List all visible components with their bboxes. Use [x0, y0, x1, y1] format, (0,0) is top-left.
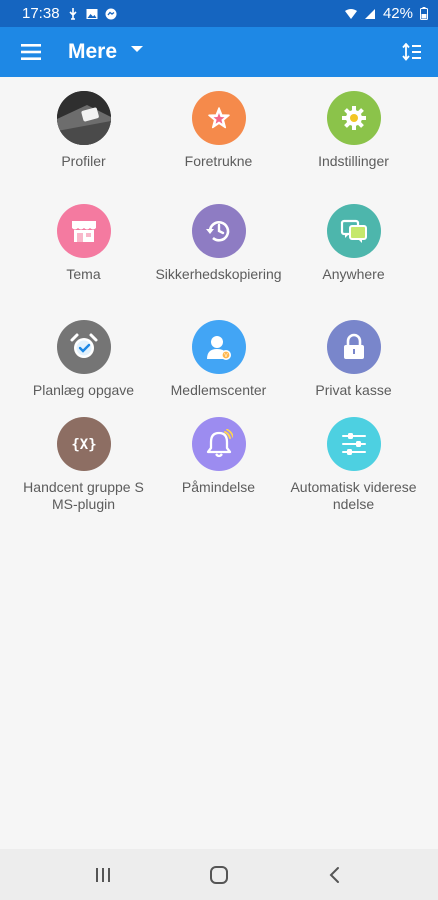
wifi-icon	[344, 8, 357, 19]
tile-label: Medlemscenter	[170, 382, 267, 398]
tile-medlemscenter[interactable]: V Medlemscenter	[151, 306, 286, 403]
tile-privat-kasse[interactable]: Privat kasse	[286, 306, 421, 403]
svg-text:{X}: {X}	[71, 437, 96, 453]
profile-photo-icon	[56, 91, 111, 145]
tile-label: Anywhere	[322, 266, 385, 282]
tile-foretrukne[interactable]: Foretrukne	[151, 77, 286, 190]
tile-handcent-gruppe-sms-plugin[interactable]: {X} Handcent gruppe SMS-plugin	[16, 403, 151, 523]
member-badge-icon: V	[191, 320, 246, 374]
system-nav-bar	[0, 849, 438, 900]
image-icon	[86, 8, 98, 19]
tile-paamindelse[interactable]: Påmindelse	[151, 403, 286, 523]
tile-label: Indstillinger	[318, 153, 389, 169]
title-dropdown[interactable]: Mere	[68, 40, 144, 64]
sliders-icon	[326, 417, 381, 471]
star-icon	[191, 91, 246, 145]
tile-planlaeg-opgave[interactable]: Planlæg opgave	[16, 306, 151, 403]
tile-label: Automatisk videresendelse	[290, 479, 417, 512]
back-icon	[329, 866, 339, 883]
recent-apps-icon	[96, 867, 110, 882]
tile-label: Påmindelse	[181, 479, 256, 495]
feature-grid: Profiler Foretrukne Indstillinger Tema S…	[16, 77, 421, 523]
tile-automatisk-videresendelse[interactable]: Automatisk videresendelse	[286, 403, 421, 523]
tile-label: Privat kasse	[315, 382, 392, 398]
code-braces-icon: {X}	[56, 417, 111, 471]
tile-label: Planlæg opgave	[32, 382, 135, 398]
tile-label: Tema	[66, 266, 101, 282]
back-button[interactable]	[305, 855, 365, 895]
svg-text:V: V	[224, 353, 228, 359]
status-bar: 17:38 42%	[0, 0, 438, 27]
page-title: Mere	[68, 40, 118, 63]
home-button[interactable]	[189, 855, 249, 895]
usb-icon	[68, 7, 77, 20]
alarm-clock-icon	[56, 320, 111, 374]
tile-indstillinger[interactable]: Indstillinger	[286, 77, 421, 190]
messenger-icon	[105, 8, 117, 19]
bell-icon	[191, 417, 246, 471]
sort-button[interactable]	[386, 27, 438, 77]
store-icon	[56, 204, 111, 258]
hamburger-icon	[21, 44, 41, 60]
tile-label: Sikkerhedskopiering	[155, 266, 282, 282]
recent-apps-button[interactable]	[73, 855, 133, 895]
battery-percent: 42%	[382, 5, 413, 22]
tile-sikkerhedskopiering[interactable]: Sikkerhedskopiering	[151, 190, 286, 306]
tile-label: Foretrukne	[184, 153, 253, 169]
sort-icon	[402, 43, 421, 61]
battery-icon	[420, 7, 428, 20]
tile-anywhere[interactable]: Anywhere	[286, 190, 421, 306]
home-icon	[210, 865, 228, 884]
menu-button[interactable]	[0, 27, 62, 77]
chat-screens-icon	[326, 204, 381, 258]
app-bar: Mere	[0, 27, 438, 77]
gear-icon	[326, 91, 381, 145]
backup-history-icon	[191, 204, 246, 258]
tile-label: Profiler	[61, 153, 106, 169]
lock-icon	[326, 320, 381, 374]
status-time: 17:38	[22, 5, 60, 22]
tile-label: Handcent gruppe SMS-plugin	[23, 479, 144, 512]
signal-icon	[364, 8, 375, 19]
tile-profiler[interactable]: Profiler	[16, 77, 151, 190]
chevron-down-icon	[131, 46, 144, 52]
tile-tema[interactable]: Tema	[16, 190, 151, 306]
